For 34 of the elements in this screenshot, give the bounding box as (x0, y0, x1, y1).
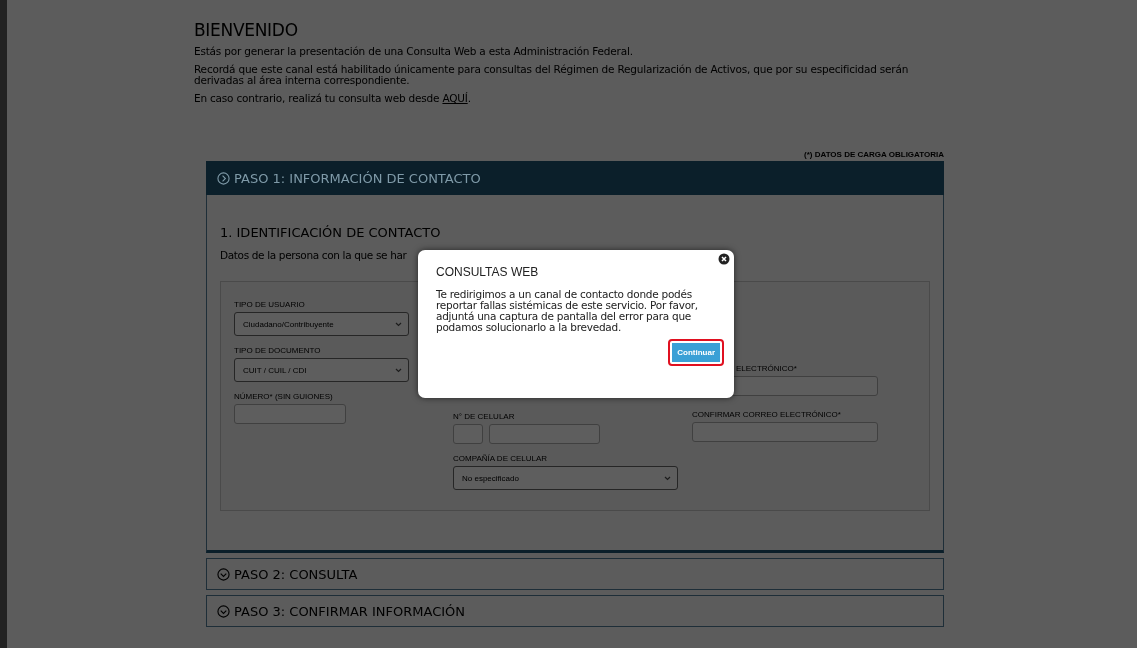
select-field[interactable]: No especificado (453, 466, 678, 490)
field-label: ELECTRÓNICO* (736, 364, 798, 373)
dialog-title: CONSULTAS WEB (436, 265, 540, 279)
field-label: COMPAÑÍA DE CELULAR (453, 454, 549, 463)
area-code-field[interactable] (453, 424, 483, 444)
field-label: TIPO DE DOCUMENTO (234, 346, 322, 355)
field-label: CONFIRMAR CORREO ELECTRÓNICO* (692, 410, 842, 419)
intro-paragraph: Recordá que este canal está habilitado únicamente para consultas del Régimen de Regularización de Activos, que por su especificidad serán derivadas al área interna correspondiente. (194, 64, 910, 86)
step-header[interactable]: PASO 1: INFORMACIÓN DE CONTACTO (206, 161, 944, 195)
field-label: N° DE CELULAR (453, 412, 516, 421)
caret-icon (395, 321, 402, 327)
caret-icon (395, 367, 402, 373)
section-subtitle: Datos de la persona con la que se har (220, 249, 407, 261)
intro-paragraph: Estás por generar la presentación de una Consulta Web a esta Administración Federal. (194, 46, 634, 57)
here-link[interactable]: AQUÍ (442, 92, 468, 104)
chevron-right-circle-icon (217, 171, 230, 185)
chevron-down-circle-icon (217, 567, 230, 581)
chevron-down-circle-icon (217, 604, 230, 618)
required-note: (*) DATOS DE CARGA OBLIGATORIA (803, 150, 944, 159)
field-label: NÚMERO* (SIN GUIONES) (234, 392, 334, 401)
step-header[interactable]: PASO 3: CONFIRMAR INFORMACIÓN (206, 595, 944, 627)
input-field[interactable] (234, 404, 346, 424)
dialog-message: Te redirigimos a un canal de contacto donde podés reportar fallas sistémicas de este servicio. Por favor, adjuntá una captura de pantalla del error para que podamos solucionarlo a la brevedad. (436, 289, 699, 333)
caret-icon (664, 475, 671, 481)
select-field[interactable]: CUIT / CUIL / CDI (234, 358, 409, 382)
select-field[interactable]: Ciudadano/Contribuyente (234, 312, 409, 336)
section-title: 1. IDENTIFICACIÓN DE CONTACTO (220, 225, 442, 240)
close-icon[interactable] (718, 253, 730, 265)
step-header[interactable]: PASO 2: CONSULTA (206, 558, 944, 590)
intro-paragraph: En caso contrario, realizá tu consulta web desde AQUÍ. (194, 93, 472, 104)
phone-number-field[interactable] (489, 424, 600, 444)
input-field[interactable] (692, 422, 878, 442)
page-title: BIENVENIDO (194, 20, 299, 40)
continue-button[interactable]: Continuar (670, 341, 722, 364)
